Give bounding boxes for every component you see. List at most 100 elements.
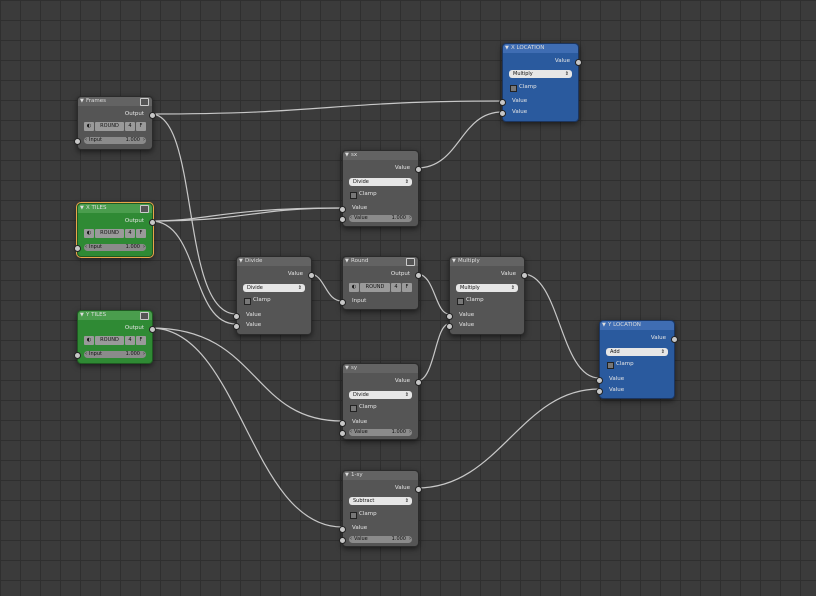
input-socket[interactable]	[499, 110, 506, 117]
input-socket[interactable]	[339, 299, 346, 306]
operation-dropdown[interactable]: Multiply ⇕	[509, 70, 572, 78]
operation-dropdown[interactable]: Subtract ⇕	[349, 497, 412, 505]
input-socket[interactable]	[339, 526, 346, 533]
output-socket[interactable]	[308, 272, 315, 279]
node-header[interactable]: ▼ Frames	[78, 97, 152, 106]
one-minus-sy-node[interactable]: ▼ 1-sy Value Subtract ⇕ Clamp Value ‹ Value…	[339, 470, 422, 547]
output-socket[interactable]	[415, 486, 422, 493]
output-socket[interactable]	[575, 59, 582, 66]
operation-dropdown[interactable]: Divide ⇕	[349, 391, 412, 399]
output-socket[interactable]	[415, 166, 422, 173]
input-label: Input	[352, 298, 367, 304]
round-bar[interactable]: ◐ ROUND 4 F	[84, 122, 146, 131]
input-socket[interactable]	[74, 352, 81, 359]
f-toggle[interactable]: F	[136, 336, 146, 345]
round-bar[interactable]: ◐ ROUND 4 F	[84, 229, 146, 238]
input-socket[interactable]	[339, 537, 346, 544]
input-socket[interactable]	[499, 99, 506, 106]
f-toggle[interactable]: F	[402, 283, 412, 292]
value-field[interactable]: ‹ Value 1.000 ›	[349, 536, 412, 543]
round-label: ROUND	[95, 122, 124, 131]
node-header[interactable]: ▼ X TILES	[78, 204, 152, 213]
collapse-icon[interactable]: ▼	[345, 471, 349, 480]
output-label: Output	[390, 271, 410, 277]
f-toggle[interactable]: F	[136, 229, 146, 238]
output-socket[interactable]	[521, 272, 528, 279]
node-header[interactable]: ▼ Multiply	[450, 257, 524, 266]
input-socket[interactable]	[596, 377, 603, 384]
input-socket[interactable]	[446, 313, 453, 320]
round-bar[interactable]: ◐ ROUND 4 F	[349, 283, 412, 292]
collapse-icon[interactable]: ▼	[80, 204, 84, 213]
round-node[interactable]: ▼ Round Output ◐ ROUND 4 F Input	[339, 256, 422, 310]
output-socket[interactable]	[149, 326, 156, 333]
input-label: Value	[609, 387, 625, 393]
clamp-checkbox[interactable]	[607, 362, 614, 369]
clamp-checkbox[interactable]	[350, 512, 357, 519]
input-socket[interactable]	[596, 388, 603, 395]
x-location-node[interactable]: ▼ X LOCATION Value Multiply ⇕ Clamp Value …	[499, 43, 582, 122]
round-digits[interactable]: 4	[125, 229, 135, 238]
value-field[interactable]: ‹ Value 1.000 ›	[349, 429, 412, 436]
input-socket[interactable]	[74, 138, 81, 145]
node-header[interactable]: ▼ Divide	[237, 257, 311, 266]
operation-dropdown[interactable]: Multiply ⇕	[456, 284, 518, 292]
clamp-checkbox[interactable]	[350, 192, 357, 199]
script-icon	[140, 98, 149, 106]
input-socket[interactable]	[339, 430, 346, 437]
node-header[interactable]: ▼ sx	[343, 151, 418, 160]
y-tiles-node[interactable]: ▼ Y TILES Output ◐ ROUND 4 F ‹ Input 1.000 ›	[74, 310, 156, 364]
round-bar[interactable]: ◐ ROUND 4 F	[84, 336, 146, 345]
frames-node[interactable]: ▼ Frames Output ◐ ROUND 4 F ‹ Input 1.000 ›	[74, 96, 156, 150]
node-header[interactable]: ▼ sy	[343, 364, 418, 373]
input-field[interactable]: ‹ Input 1.000 ›	[84, 137, 146, 144]
collapse-icon[interactable]: ▼	[505, 44, 509, 53]
node-header[interactable]: ▼ Round	[343, 257, 418, 266]
input-field[interactable]: ‹ Input 1.000 ›	[84, 351, 146, 358]
output-socket[interactable]	[149, 219, 156, 226]
round-digits[interactable]: 4	[391, 283, 401, 292]
f-toggle[interactable]: F	[136, 122, 146, 131]
input-socket[interactable]	[339, 206, 346, 213]
output-socket[interactable]	[415, 379, 422, 386]
collapse-icon[interactable]: ▼	[452, 257, 456, 266]
operation-dropdown[interactable]: Divide ⇕	[349, 178, 412, 186]
clamp-checkbox[interactable]	[244, 298, 251, 305]
sx-node[interactable]: ▼ sx Value Divide ⇕ Clamp Value ‹ Value 1.00…	[339, 150, 422, 227]
output-socket[interactable]	[415, 272, 422, 279]
divide-node[interactable]: ▼ Divide Value Divide ⇕ Clamp Value Value	[233, 256, 315, 335]
round-digits[interactable]: 4	[125, 336, 135, 345]
multiply-node[interactable]: ▼ Multiply Value Multiply ⇕ Clamp Value Va…	[446, 256, 528, 335]
node-header[interactable]: ▼ 1-sy	[343, 471, 418, 480]
input-socket[interactable]	[233, 313, 240, 320]
collapse-icon[interactable]: ▼	[80, 97, 84, 106]
clamp-checkbox[interactable]	[510, 85, 517, 92]
clamp-checkbox[interactable]	[457, 298, 464, 305]
output-socket[interactable]	[149, 112, 156, 119]
round-digits[interactable]: 4	[125, 122, 135, 131]
input-socket[interactable]	[446, 323, 453, 330]
operation-dropdown[interactable]: Divide ⇕	[243, 284, 305, 292]
node-header[interactable]: ▼ Y TILES	[78, 311, 152, 320]
collapse-icon[interactable]: ▼	[345, 364, 349, 373]
collapse-icon[interactable]: ▼	[345, 257, 349, 266]
input-field[interactable]: ‹ Input 1.000 ›	[84, 244, 146, 251]
input-socket[interactable]	[233, 323, 240, 330]
input-socket[interactable]	[74, 245, 81, 252]
input-socket[interactable]	[339, 216, 346, 223]
sy-node[interactable]: ▼ sy Value Divide ⇕ Clamp Value ‹ Value 1.00…	[339, 363, 422, 440]
node-header[interactable]: ▼ X LOCATION	[503, 44, 578, 53]
y-location-node[interactable]: ▼ Y LOCATION Value Add ⇕ Clamp Value Value	[596, 320, 678, 399]
node-title: sx	[351, 152, 358, 158]
operation-dropdown[interactable]: Add ⇕	[606, 348, 668, 356]
collapse-icon[interactable]: ▼	[239, 257, 243, 266]
input-socket[interactable]	[339, 420, 346, 427]
collapse-icon[interactable]: ▼	[80, 311, 84, 320]
clamp-checkbox[interactable]	[350, 405, 357, 412]
output-socket[interactable]	[671, 336, 678, 343]
collapse-icon[interactable]: ▼	[345, 151, 349, 160]
x-tiles-node[interactable]: ▼ X TILES Output ◐ ROUND 4 F ‹ Input 1.000 ›	[74, 202, 156, 258]
value-field[interactable]: ‹ Value 1.000 ›	[349, 215, 412, 222]
node-header[interactable]: ▼ Y LOCATION	[600, 321, 674, 330]
collapse-icon[interactable]: ▼	[602, 321, 606, 330]
